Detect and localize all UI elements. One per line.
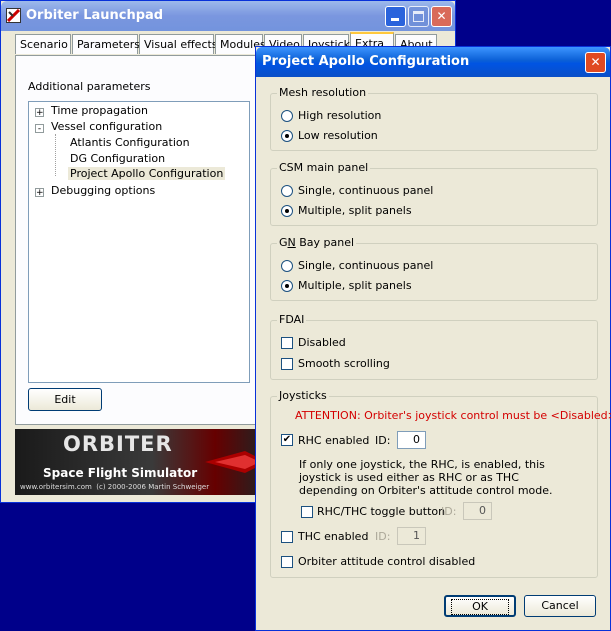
rhc-thc-toggle-checkbox[interactable] <box>301 506 313 518</box>
launchpad-title: Orbiter Launchpad <box>26 8 164 23</box>
orbiter-app-icon <box>6 8 21 23</box>
high-resolution-radio[interactable] <box>281 110 293 122</box>
orbiter-banner: ORBITER Space Flight Simulator www.orbit… <box>15 429 265 495</box>
joysticks-label: Joysticks <box>277 389 329 402</box>
low-resolution-label[interactable]: Low resolution <box>298 129 378 142</box>
smooth-scrolling-checkbox[interactable] <box>281 358 293 370</box>
mesh-resolution-label: Mesh resolution <box>277 86 369 99</box>
high-resolution-label[interactable]: High resolution <box>298 109 381 122</box>
rhc-enabled-label[interactable]: RHC enabled <box>298 434 369 447</box>
gn-bay-panel-label-accelerator: N <box>287 236 296 249</box>
gn-split-panels-radio[interactable] <box>281 280 293 292</box>
joystick-attention-message: ATTENTION: Orbiter's joystick control mu… <box>295 409 611 422</box>
gn-bay-panel-label: GN Bay panel <box>277 236 357 249</box>
fdai-group: FDAI Disabled Smooth scrolling <box>270 313 598 380</box>
thc-enabled-label[interactable]: THC enabled <box>298 530 368 543</box>
tree-item-debugging-options[interactable]: Debugging options <box>51 184 155 197</box>
csm-single-panel-label[interactable]: Single, continuous panel <box>298 184 433 197</box>
gn-bay-panel-label-prefix: G <box>279 236 288 249</box>
thc-id-label: ID: <box>375 530 391 543</box>
banner-footer: www.orbitersim.com (c) 2000-2006 Martin … <box>20 483 210 491</box>
gn-bay-panel-label-suffix: Bay panel <box>295 236 355 249</box>
close-button[interactable]: ✕ <box>431 6 452 27</box>
rhc-enabled-checkbox[interactable]: ✔ <box>281 434 293 446</box>
tree-item-dg-configuration[interactable]: DG Configuration <box>70 152 165 165</box>
csm-single-panel-radio[interactable] <box>281 185 293 197</box>
edit-button[interactable]: Edit <box>28 388 102 411</box>
smooth-scrolling-label[interactable]: Smooth scrolling <box>298 357 390 370</box>
low-resolution-radio[interactable] <box>281 130 293 142</box>
rhc-thc-toggle-label[interactable]: RHC/THC toggle button <box>317 505 445 518</box>
single-joystick-info: If only one joystick, the RHC, is enable… <box>299 458 553 497</box>
tree-expand-icon[interactable]: + <box>35 188 44 198</box>
close-icon: ✕ <box>590 55 601 69</box>
apollo-close-button[interactable]: ✕ <box>585 52 606 73</box>
cancel-button[interactable]: Cancel <box>524 595 596 617</box>
toggle-id-label: ID: <box>441 505 457 518</box>
tree-item-time-propagation[interactable]: Time propagation <box>51 104 148 117</box>
fdai-label: FDAI <box>277 313 307 326</box>
thc-id-input[interactable]: 1 <box>397 527 426 545</box>
joysticks-group: Joysticks ATTENTION: Orbiter's joystick … <box>270 389 611 578</box>
tab-parameters[interactable]: Parameters <box>72 34 140 54</box>
csm-main-panel-group: CSM main panel Single, continuous panel … <box>270 161 598 226</box>
gn-single-panel-radio[interactable] <box>281 260 293 272</box>
tree-item-project-apollo-configuration[interactable]: Project Apollo Configuration <box>68 167 226 180</box>
ok-button[interactable]: OK <box>444 595 516 617</box>
csm-main-panel-label: CSM main panel <box>277 161 371 174</box>
gn-single-panel-label[interactable]: Single, continuous panel <box>298 259 433 272</box>
mesh-resolution-group: Mesh resolution High resolution Low reso… <box>270 86 598 151</box>
apollo-titlebar[interactable]: Project Apollo Configuration ✕ <box>256 47 610 77</box>
csm-split-panels-label[interactable]: Multiple, split panels <box>298 204 412 217</box>
launchpad-titlebar[interactable]: Orbiter Launchpad ✕ <box>1 1 455 31</box>
toggle-id-input[interactable]: 0 <box>463 502 492 520</box>
gn-bay-panel-group: GN Bay panel Single, continuous panel Mu… <box>270 236 598 301</box>
rhc-id-input[interactable]: 0 <box>397 431 426 449</box>
tab-scenario[interactable]: Scenario <box>15 34 71 54</box>
apollo-config-dialog: Project Apollo Configuration ✕ Mesh reso… <box>255 46 611 631</box>
fdai-disabled-label[interactable]: Disabled <box>298 336 346 349</box>
tree-item-atlantis-configuration[interactable]: Atlantis Configuration <box>70 136 190 149</box>
close-icon: ✕ <box>436 9 447 23</box>
banner-orbiter-title: ORBITER <box>63 432 173 456</box>
tree-item-vessel-configuration[interactable]: Vessel configuration <box>51 120 162 133</box>
maximize-icon <box>413 11 424 22</box>
fdai-disabled-checkbox[interactable] <box>281 337 293 349</box>
rhc-id-label: ID: <box>375 434 391 447</box>
tree-expand-icon[interactable]: + <box>35 108 44 118</box>
minimize-button[interactable] <box>385 6 406 27</box>
tree-collapse-icon[interactable]: - <box>35 124 44 134</box>
parameters-tree[interactable]: + Time propagation - Vessel configuratio… <box>28 101 250 383</box>
maximize-button[interactable] <box>408 6 429 27</box>
thc-enabled-checkbox[interactable] <box>281 531 293 543</box>
minimize-icon <box>391 18 399 21</box>
apollo-title: Project Apollo Configuration <box>262 54 470 69</box>
ok-button-label: OK <box>451 599 509 615</box>
orbiter-attitude-disabled-label[interactable]: Orbiter attitude control disabled <box>298 555 475 568</box>
tab-visual-effects[interactable]: Visual effects <box>139 34 218 54</box>
csm-split-panels-radio[interactable] <box>281 205 293 217</box>
orbiter-attitude-disabled-checkbox[interactable] <box>281 556 293 568</box>
additional-parameters-label: Additional parameters <box>28 80 151 93</box>
gn-split-panels-label[interactable]: Multiple, split panels <box>298 279 412 292</box>
banner-subtitle: Space Flight Simulator <box>43 466 198 480</box>
